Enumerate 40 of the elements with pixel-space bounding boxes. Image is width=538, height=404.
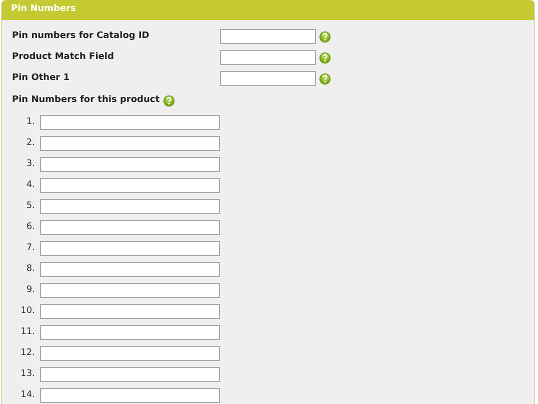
input-field[interactable] bbox=[40, 241, 220, 256]
row-number: 3. bbox=[25, 158, 36, 171]
input-field[interactable] bbox=[40, 262, 220, 277]
row-number: 9. bbox=[25, 284, 36, 297]
help-icon[interactable] bbox=[319, 52, 331, 64]
input-field[interactable] bbox=[40, 178, 220, 193]
row-number: 13. bbox=[20, 368, 36, 381]
field-label: Pin Other 1 bbox=[12, 72, 71, 85]
input-field[interactable] bbox=[220, 71, 316, 86]
panel-header: Pin Numbers bbox=[2, 0, 534, 20]
row-number: 2. bbox=[25, 136, 36, 150]
row-number: 12. bbox=[20, 346, 36, 360]
input-field[interactable] bbox=[40, 325, 220, 340]
input-field[interactable] bbox=[40, 220, 220, 235]
field-label: Pin numbers for Catalog ID bbox=[12, 30, 150, 43]
row-number: 14. bbox=[20, 388, 36, 402]
input-field[interactable] bbox=[40, 199, 220, 214]
help-icon[interactable] bbox=[162, 95, 175, 107]
row-number: 6. bbox=[25, 220, 36, 234]
input-field[interactable] bbox=[40, 304, 220, 319]
section-label: Pin Numbers for this product bbox=[12, 94, 160, 108]
input-field[interactable] bbox=[40, 367, 220, 382]
row-number: 5. bbox=[25, 200, 36, 213]
input-field[interactable] bbox=[220, 50, 316, 65]
help-icon[interactable] bbox=[319, 30, 331, 42]
input-field[interactable] bbox=[40, 115, 220, 130]
row-number: 1. bbox=[25, 116, 36, 129]
input-field[interactable] bbox=[40, 388, 220, 403]
input-field[interactable] bbox=[40, 136, 220, 151]
row-number: 8. bbox=[25, 262, 36, 276]
row-number: 4. bbox=[25, 178, 36, 192]
row-number: 11. bbox=[20, 326, 36, 339]
row-number: 7. bbox=[25, 242, 36, 255]
field-label: Product Match Field bbox=[12, 50, 115, 64]
input-field[interactable] bbox=[40, 157, 220, 172]
help-icon[interactable] bbox=[319, 72, 331, 84]
input-field[interactable] bbox=[220, 29, 316, 44]
input-field[interactable] bbox=[40, 283, 220, 298]
row-number: 10. bbox=[20, 304, 36, 318]
input-field[interactable] bbox=[40, 346, 220, 361]
